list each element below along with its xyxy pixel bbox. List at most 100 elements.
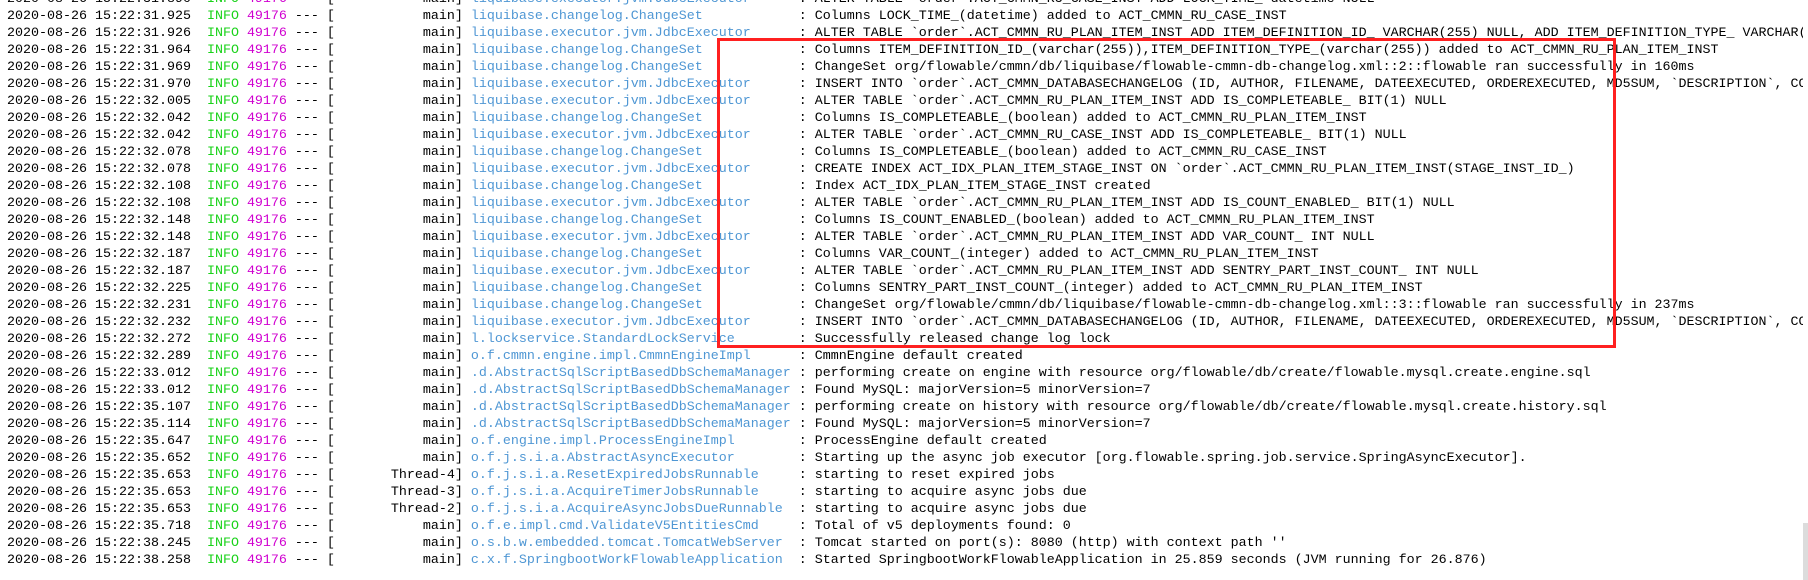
log-level: INFO bbox=[206, 434, 239, 449]
log-message: CmmnEngine default created bbox=[814, 349, 1023, 364]
log-colon: : bbox=[798, 383, 807, 398]
log-message: Successfully released change log lock bbox=[814, 332, 1111, 347]
log-line: 2020-08-26 15:22:32.225 INFO 49176 --- [main… bbox=[7, 280, 1803, 297]
log-colon: : bbox=[798, 145, 807, 160]
log-message: Tomcat started on port(s): 8080 (http) w… bbox=[814, 536, 1287, 551]
log-timestamp: 2020-08-26 15:22:32.108 bbox=[7, 179, 191, 194]
log-message: ProcessEngine default created bbox=[814, 434, 1047, 449]
thread-close-bracket: ] bbox=[454, 451, 463, 466]
vertical-scrollbar[interactable] bbox=[1803, 523, 1808, 580]
log-thread: main bbox=[422, 213, 455, 228]
log-thread: main bbox=[422, 26, 455, 41]
log-pid: 49176 bbox=[246, 417, 287, 432]
log-logger: liquibase.executor.jvm.JdbcExecutor bbox=[470, 162, 751, 177]
log-separator: --- bbox=[294, 468, 319, 483]
log-logger: liquibase.changelog.ChangeSet bbox=[470, 111, 703, 126]
log-colon: : bbox=[798, 264, 807, 279]
thread-open-bracket: [ bbox=[326, 145, 335, 160]
log-message: ALTER TABLE `order`.ACT_CMMN_RU_PLAN_ITE… bbox=[814, 26, 1803, 41]
log-separator: --- bbox=[294, 315, 319, 330]
log-pid: 49176 bbox=[246, 9, 287, 24]
log-timestamp: 2020-08-26 15:22:32.148 bbox=[7, 230, 191, 245]
log-timestamp: 2020-08-26 15:22:31.890 bbox=[7, 0, 207, 8]
log-colon: : bbox=[798, 400, 807, 415]
thread-open-bracket: [ bbox=[326, 162, 335, 177]
thread-close-bracket: ] bbox=[454, 349, 463, 364]
log-colon: : bbox=[798, 26, 807, 41]
thread-open-bracket: [ bbox=[326, 60, 335, 75]
thread-close-bracket: ] bbox=[454, 298, 463, 313]
log-thread: Thread-4 bbox=[390, 468, 455, 483]
thread-open-bracket: [ bbox=[326, 485, 335, 500]
log-pid: 49176 bbox=[246, 94, 287, 109]
thread-close-bracket: ] bbox=[454, 519, 463, 534]
log-logger: liquibase.executor.jvm.JdbcExecutor bbox=[470, 264, 751, 279]
log-level: INFO bbox=[206, 400, 239, 415]
log-colon: : bbox=[798, 536, 807, 551]
log-timestamp: 2020-08-26 15:22:32.108 bbox=[7, 196, 191, 211]
log-colon: : bbox=[799, 0, 815, 8]
log-message: ALTER TABLE `order`.ACT_CMMN_RU_CASE_INS… bbox=[815, 0, 1375, 8]
thread-close-bracket: ] bbox=[454, 230, 463, 245]
log-message: Columns IS_COUNT_ENABLED_(boolean) added… bbox=[814, 213, 1375, 228]
log-separator: --- bbox=[294, 179, 319, 194]
log-colon: : bbox=[798, 60, 807, 75]
thread-close-bracket: ] bbox=[454, 111, 463, 126]
log-logger: liquibase.executor.jvm.JdbcExecutor bbox=[470, 315, 751, 330]
log-line: 2020-08-26 15:22:32.231 INFO 49176 --- [main… bbox=[7, 297, 1803, 314]
log-pid: 49176 bbox=[246, 26, 287, 41]
log-pid: 49176 bbox=[246, 315, 287, 330]
log-logger: o.f.e.impl.cmd.ValidateV5EntitiesCmd bbox=[470, 519, 759, 534]
log-logger: l.lockservice.StandardLockService bbox=[470, 332, 735, 347]
thread-close-bracket: ] bbox=[454, 94, 463, 109]
log-message: Index ACT_IDX_PLAN_ITEM_STAGE_INST creat… bbox=[814, 179, 1151, 194]
log-line: 2020-08-26 15:22:35.114 INFO 49176 --- [main… bbox=[7, 416, 1803, 433]
log-level: INFO bbox=[206, 145, 239, 160]
log-pid: 49176 bbox=[246, 536, 287, 551]
log-line: 2020-08-26 15:22:35.652 INFO 49176 --- [main… bbox=[7, 450, 1803, 467]
thread-open-bracket: [ bbox=[326, 77, 335, 92]
log-level: INFO bbox=[206, 213, 239, 228]
thread-close-bracket: ] bbox=[454, 162, 463, 177]
thread-open-bracket: [ bbox=[326, 417, 335, 432]
log-colon: : bbox=[798, 332, 807, 347]
log-level: INFO bbox=[206, 247, 239, 262]
log-pid: 49176 bbox=[246, 60, 287, 75]
log-message: Columns SENTRY_PART_INST_COUNT_(integer)… bbox=[814, 281, 1423, 296]
log-colon: : bbox=[798, 451, 807, 466]
log-colon: : bbox=[798, 77, 807, 92]
log-line: 2020-08-26 15:22:32.232 INFO 49176 --- [main… bbox=[7, 314, 1803, 331]
log-pid: 49176 bbox=[246, 77, 287, 92]
log-separator: --- bbox=[294, 26, 319, 41]
log-thread: main bbox=[422, 264, 455, 279]
log-separator: --- bbox=[294, 485, 319, 500]
log-message: performing create on engine with resourc… bbox=[814, 366, 1591, 381]
log-line: 2020-08-26 15:22:32.078 INFO 49176 --- [main… bbox=[7, 161, 1803, 178]
log-level: INFO bbox=[206, 349, 239, 364]
log-separator: --- bbox=[294, 417, 319, 432]
thread-close-bracket: ] bbox=[454, 213, 463, 228]
log-level: INFO bbox=[206, 60, 239, 75]
log-thread: main bbox=[422, 128, 455, 143]
log-separator: --- bbox=[294, 536, 319, 551]
log-logger: liquibase.changelog.ChangeSet bbox=[470, 281, 703, 296]
log-thread: main bbox=[422, 196, 455, 211]
log-timestamp: 2020-08-26 15:22:35.647 bbox=[7, 434, 191, 449]
log-colon: : bbox=[798, 213, 807, 228]
log-colon: : bbox=[798, 366, 807, 381]
log-line: 2020-08-26 15:22:31.925 INFO 49176 --- [main… bbox=[7, 8, 1803, 25]
thread-close-bracket: ] bbox=[454, 536, 463, 551]
log-pid: 49176 bbox=[246, 111, 287, 126]
log-thread: main bbox=[422, 162, 455, 177]
log-separator: --- bbox=[294, 128, 319, 143]
log-line: 2020-08-26 15:22:35.718 INFO 49176 --- [main… bbox=[7, 518, 1803, 535]
log-timestamp: 2020-08-26 15:22:35.114 bbox=[7, 417, 191, 432]
log-pid: 49176 bbox=[246, 400, 287, 415]
log-level: INFO bbox=[206, 9, 239, 24]
log-thread: main bbox=[422, 94, 455, 109]
thread-close-bracket: ] bbox=[454, 400, 463, 415]
log-separator: --- bbox=[294, 281, 319, 296]
log-pid: 49176 bbox=[246, 468, 287, 483]
log-logger: liquibase.changelog.ChangeSet bbox=[470, 213, 703, 228]
log-pid: 49176 bbox=[246, 196, 287, 211]
